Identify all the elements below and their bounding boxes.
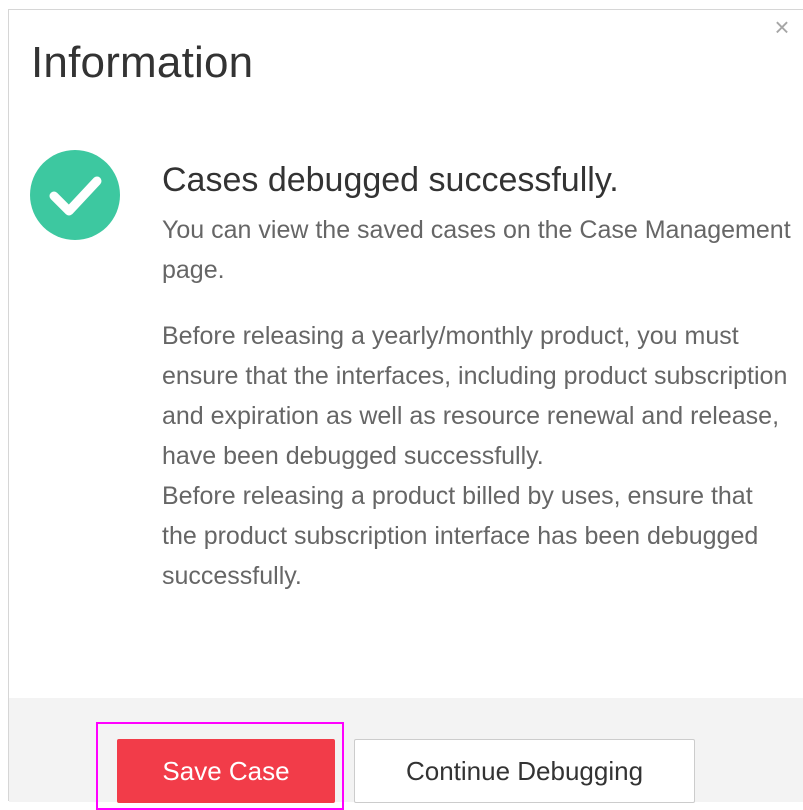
close-icon[interactable]: × (769, 14, 795, 40)
dialog-content: Cases debugged successfully. You can vie… (162, 158, 794, 596)
dialog-title: Information (31, 38, 254, 87)
continue-debugging-button[interactable]: Continue Debugging (354, 739, 695, 803)
check-circle-icon (30, 150, 120, 240)
saved-cases-message: You can view the saved cases on the Case… (162, 216, 791, 284)
success-headline: Cases debugged successfully. (162, 161, 619, 199)
yearly-monthly-notice: Before releasing a yearly/monthly produc… (162, 322, 788, 470)
information-dialog: × Information Cases debugged successfull… (8, 9, 803, 810)
save-case-button[interactable]: Save Case (117, 739, 335, 803)
dialog-footer: Save Case Continue Debugging (9, 698, 803, 810)
billed-by-use-notice: Before releasing a product billed by use… (162, 482, 759, 590)
